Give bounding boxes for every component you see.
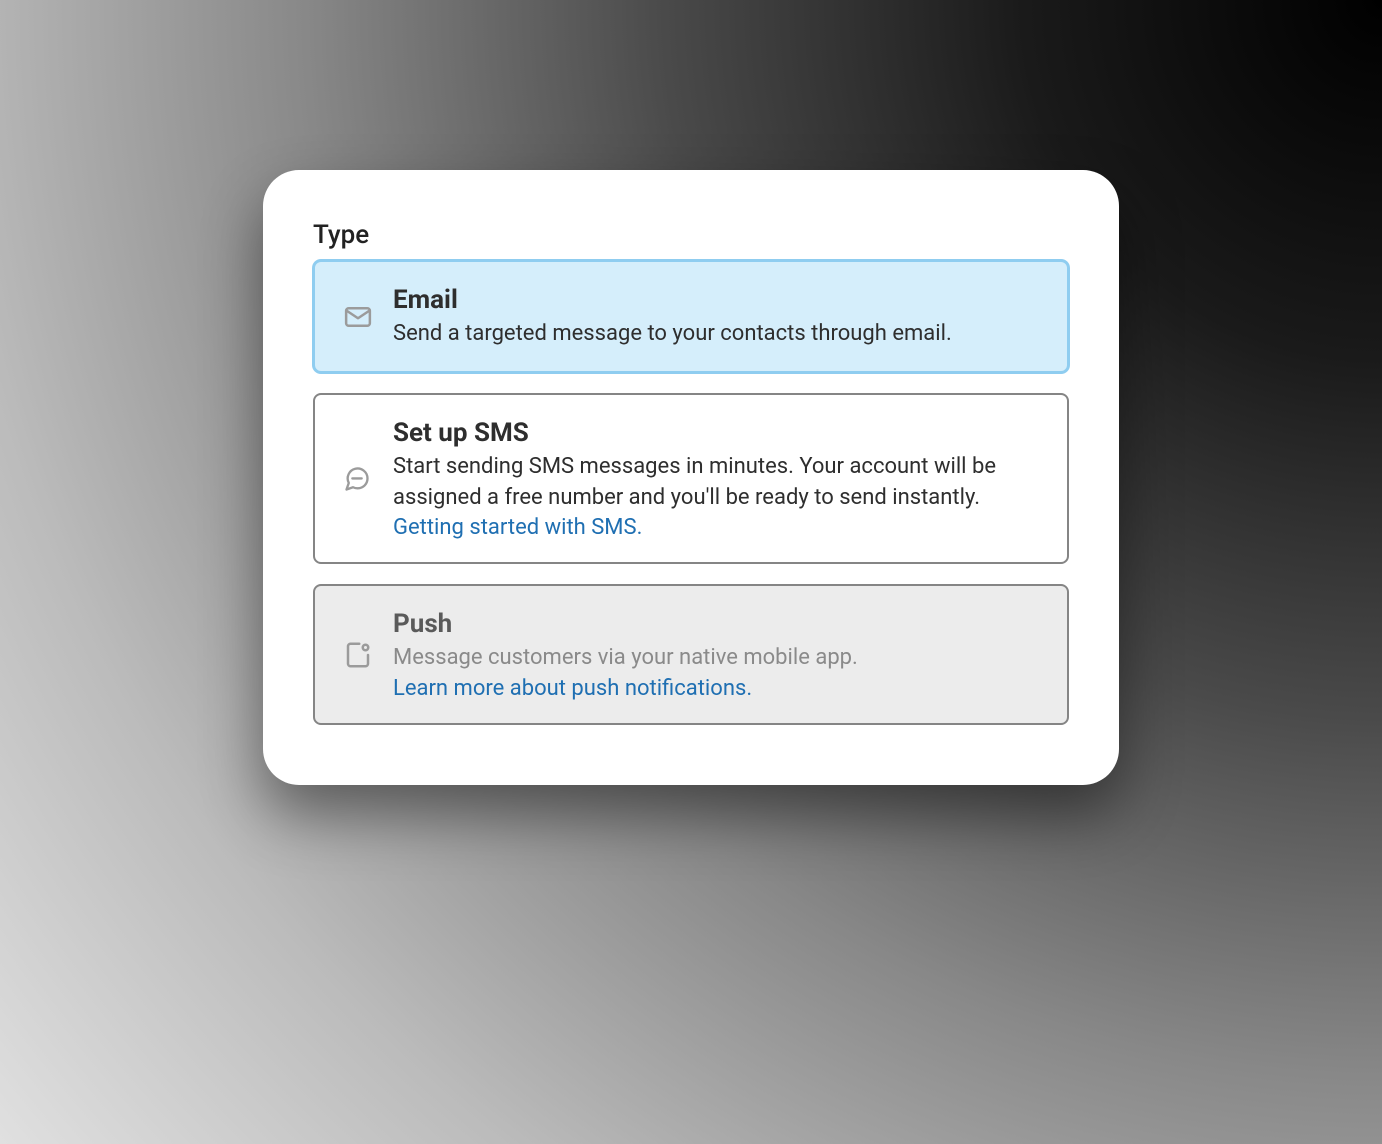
- option-push-title: Push: [393, 608, 1039, 641]
- type-selector-card: Type Email Send a targeted message to yo…: [263, 170, 1119, 785]
- option-email-body: Email Send a targeted message to your co…: [393, 284, 1039, 349]
- email-icon: [343, 302, 393, 332]
- section-title: Type: [313, 220, 1069, 250]
- option-email-title: Email: [393, 284, 1039, 317]
- option-sms-title: Set up SMS: [393, 417, 1039, 450]
- chat-bubble-icon: [343, 465, 393, 493]
- option-sms-description: Start sending SMS messages in minutes. Y…: [393, 452, 1039, 514]
- option-sms-body: Set up SMS Start sending SMS messages in…: [393, 417, 1039, 540]
- option-sms[interactable]: Set up SMS Start sending SMS messages in…: [313, 393, 1069, 564]
- option-email-description: Send a targeted message to your contacts…: [393, 319, 1039, 350]
- option-push-body: Push Message customers via your native m…: [393, 608, 1039, 700]
- option-email[interactable]: Email Send a targeted message to your co…: [313, 260, 1069, 373]
- option-push[interactable]: Push Message customers via your native m…: [313, 584, 1069, 724]
- push-notification-icon: [343, 640, 393, 670]
- option-push-description: Message customers via your native mobile…: [393, 643, 1039, 674]
- push-learn-more-link[interactable]: Learn more about push notifications.: [393, 676, 752, 701]
- sms-getting-started-link[interactable]: Getting started with SMS.: [393, 515, 642, 540]
